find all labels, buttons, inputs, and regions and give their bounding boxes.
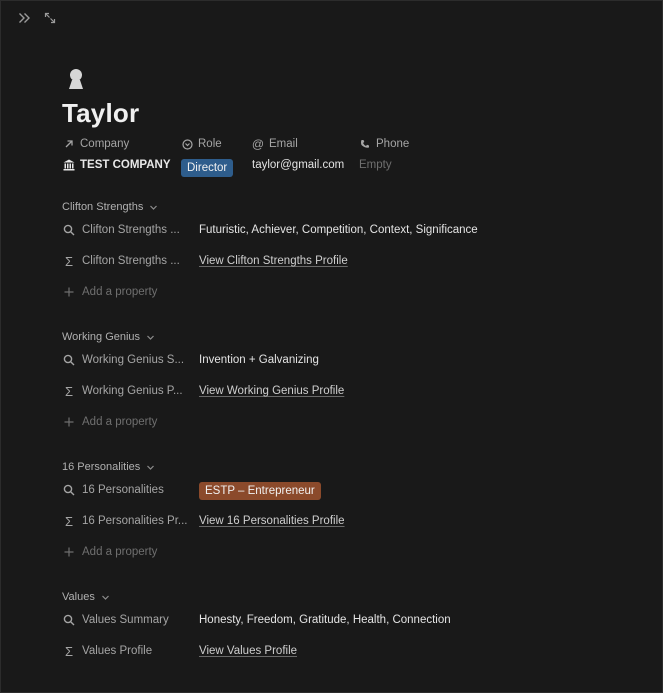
chevron-down-icon[interactable] (149, 203, 158, 212)
expand-icon[interactable] (41, 9, 59, 27)
property-row-values-profile[interactable]: Σ Values Profile View Values Profile (62, 637, 622, 668)
property-name: Values Profile (82, 645, 153, 657)
personality-tag[interactable]: ESTP – Entrepreneur (199, 482, 321, 500)
sigma-icon: Σ (64, 515, 74, 527)
property-row-genius-profile[interactable]: Σ Working Genius P... View Working Geniu… (62, 377, 622, 408)
profile-link[interactable]: View Working Genius Profile (199, 385, 344, 397)
property-value[interactable]: Honesty, Freedom, Gratitude, Health, Con… (199, 614, 451, 626)
sigma-icon: Σ (64, 255, 74, 267)
phone-property-label[interactable]: Phone (359, 138, 409, 150)
section-heading-label: 16 Personalities (62, 461, 141, 473)
section-heading-working-genius[interactable]: Working Genius (62, 328, 622, 346)
property-row-personality-type[interactable]: 16 Personalities ESTP – Entrepreneur (62, 476, 622, 507)
section-clifton-strengths: Clifton Strengths Clifton Strengths ... … (62, 198, 622, 309)
search-icon (63, 484, 75, 496)
email-value[interactable]: taylor@gmail.com (252, 159, 344, 171)
property-row-clifton-summary[interactable]: Clifton Strengths ... Futuristic, Achiev… (62, 216, 622, 247)
section-values: Values Values Summary Honesty, Freedom, … (62, 588, 622, 668)
section-heading-label: Working Genius (62, 331, 141, 343)
add-property-button[interactable]: Add a property (62, 538, 622, 569)
section-heading-label: Clifton Strengths (62, 201, 144, 213)
property-row-values-summary[interactable]: Values Summary Honesty, Freedom, Gratitu… (62, 606, 622, 637)
phone-value[interactable]: Empty (359, 159, 392, 171)
phone-icon (359, 138, 371, 150)
arrow-up-right-icon (63, 138, 75, 150)
double-chevron-right-icon[interactable] (15, 9, 33, 27)
section-heading-label: Values (62, 591, 95, 603)
sigma-icon: Σ (64, 385, 74, 397)
property-value[interactable]: Futuristic, Achiever, Competition, Conte… (199, 224, 478, 236)
section-heading-values[interactable]: Values (62, 588, 622, 606)
property-name-cell: Values Summary (63, 614, 188, 626)
top-toolbar (15, 9, 59, 27)
page-content: Taylor Company Role @ Email Phone TEST C… (62, 67, 622, 668)
phone-empty-text[interactable]: Empty (359, 159, 392, 171)
add-property-button[interactable]: Add a property (62, 278, 622, 309)
role-property-label[interactable]: Role (181, 138, 222, 150)
property-name: 16 Personalities (82, 484, 164, 496)
email-property-label[interactable]: @ Email (251, 137, 298, 151)
header-property-values: TEST COMPANY Director taylor@gmail.com E… (62, 157, 622, 179)
company-label: Company (80, 138, 130, 150)
company-name[interactable]: TEST COMPANY (80, 159, 171, 171)
plus-icon (63, 416, 75, 428)
section-heading-clifton[interactable]: Clifton Strengths (62, 198, 622, 216)
role-tag[interactable]: Director (181, 159, 234, 177)
chevron-down-icon[interactable] (146, 333, 155, 342)
property-name: 16 Personalities Pr... (82, 515, 188, 527)
phone-label: Phone (376, 138, 410, 150)
search-icon (63, 614, 75, 626)
property-name-cell: Clifton Strengths ... (63, 224, 188, 236)
email-text[interactable]: taylor@gmail.com (252, 159, 344, 171)
search-icon (63, 354, 75, 366)
page-frame: Taylor Company Role @ Email Phone TEST C… (0, 0, 663, 693)
add-property-cell: Add a property (63, 546, 188, 558)
property-name: Values Summary (82, 614, 169, 626)
property-name: Working Genius S... (82, 354, 185, 366)
header-property-labels: Company Role @ Email Phone (62, 135, 622, 157)
property-name-cell: Σ Clifton Strengths ... (63, 255, 188, 267)
role-label: Role (198, 138, 222, 150)
email-label: Email (269, 138, 298, 150)
property-name: Clifton Strengths ... (82, 255, 180, 267)
add-property-cell: Add a property (63, 286, 188, 298)
property-name-cell: Σ 16 Personalities Pr... (63, 515, 188, 527)
section-working-genius: Working Genius Working Genius S... Inven… (62, 328, 622, 439)
property-name-cell: Σ Working Genius P... (63, 385, 188, 397)
chevron-down-icon[interactable] (146, 463, 155, 472)
property-value[interactable]: ESTP – Entrepreneur (199, 482, 321, 500)
company-value[interactable]: TEST COMPANY (63, 159, 171, 171)
page-title[interactable]: Taylor (62, 98, 622, 129)
circle-dot-icon (181, 138, 193, 150)
add-property-cell: Add a property (63, 416, 188, 428)
property-name-cell: Σ Values Profile (63, 645, 188, 657)
at-icon: @ (251, 137, 265, 151)
add-property-label: Add a property (82, 546, 158, 558)
sigma-icon: Σ (64, 645, 74, 657)
company-property-label[interactable]: Company (63, 138, 129, 150)
property-row-clifton-profile[interactable]: Σ Clifton Strengths ... View Clifton Str… (62, 247, 622, 278)
property-name-cell: 16 Personalities (63, 484, 188, 496)
section-heading-16-personalities[interactable]: 16 Personalities (62, 458, 622, 476)
property-row-genius-summary[interactable]: Working Genius S... Invention + Galvaniz… (62, 346, 622, 377)
property-name: Working Genius P... (82, 385, 183, 397)
add-property-label: Add a property (82, 416, 158, 428)
chevron-down-icon[interactable] (101, 593, 110, 602)
search-icon (63, 224, 75, 236)
plus-icon (63, 286, 75, 298)
property-name-cell: Working Genius S... (63, 354, 188, 366)
profile-link[interactable]: View Values Profile (199, 645, 297, 657)
add-property-label: Add a property (82, 286, 158, 298)
person-bust-icon[interactable] (65, 67, 91, 95)
property-name: Clifton Strengths ... (82, 224, 180, 236)
role-value[interactable]: Director (181, 159, 234, 177)
plus-icon (63, 546, 75, 558)
property-value[interactable]: Invention + Galvanizing (199, 354, 319, 366)
section-16-personalities: 16 Personalities 16 Personalities ESTP –… (62, 458, 622, 569)
profile-link[interactable]: View 16 Personalities Profile (199, 515, 345, 527)
bank-building-icon (63, 159, 75, 171)
profile-link[interactable]: View Clifton Strengths Profile (199, 255, 348, 267)
add-property-button[interactable]: Add a property (62, 408, 622, 439)
property-row-personality-profile[interactable]: Σ 16 Personalities Pr... View 16 Persona… (62, 507, 622, 538)
